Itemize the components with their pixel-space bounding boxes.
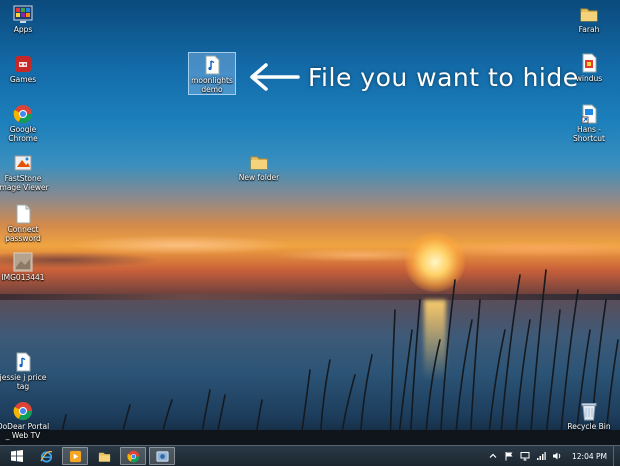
ie-icon bbox=[39, 450, 52, 463]
games-icon bbox=[15, 56, 31, 72]
desktop-icon-label: Apps bbox=[13, 25, 33, 34]
system-tray: 12:04 PM bbox=[486, 446, 620, 466]
chrome-icon bbox=[13, 105, 32, 124]
desktop-icon-label: moonlights demo bbox=[191, 76, 233, 94]
desktop-icon-faststone[interactable]: FastStone Image Viewer bbox=[0, 153, 53, 192]
monitor-icon bbox=[520, 452, 530, 461]
volume-tray-button[interactable] bbox=[550, 449, 564, 463]
app-window-icon bbox=[155, 450, 169, 462]
desktop-icon-img013441[interactable]: IMG013441 bbox=[0, 252, 53, 283]
network-icon bbox=[537, 452, 546, 460]
audio-file-icon bbox=[205, 55, 220, 75]
desktop-icon-label: New folder bbox=[238, 173, 280, 182]
left-arrow-icon bbox=[250, 63, 300, 91]
desktop-icon-label: Games bbox=[9, 75, 37, 84]
desktop-icon-label: Hans - Shortcut bbox=[573, 125, 605, 143]
taskbar-app-window[interactable] bbox=[149, 447, 175, 465]
desktop-icon-new-folder[interactable]: New folder bbox=[229, 152, 289, 183]
folder-icon bbox=[98, 452, 110, 462]
chrome-icon bbox=[126, 450, 139, 462]
image-thumbnail-icon bbox=[13, 252, 33, 272]
recycle-bin-icon bbox=[581, 403, 597, 421]
desktop-icon-label: FastStone Image Viewer bbox=[0, 174, 49, 192]
desktop-icon-hans-shortcut[interactable]: Hans - Shortcut bbox=[559, 104, 619, 143]
action-center-button[interactable] bbox=[502, 449, 516, 463]
chrome-icon bbox=[13, 402, 32, 421]
desktop-icon-label: IMG013441 bbox=[1, 273, 45, 282]
flag-icon bbox=[505, 452, 513, 461]
start-button[interactable] bbox=[4, 447, 30, 465]
installer-icon bbox=[582, 53, 597, 73]
taskbar: 12:04 PM bbox=[0, 445, 620, 466]
taskbar-file-explorer[interactable] bbox=[91, 447, 117, 465]
desktop-icon-google-chrome[interactable]: Google Chrome bbox=[0, 104, 53, 143]
network-tray-button[interactable] bbox=[534, 449, 548, 463]
document-icon bbox=[16, 204, 31, 224]
show-desktop-button[interactable] bbox=[613, 446, 620, 466]
desktop-icon-games[interactable]: Games bbox=[0, 54, 53, 85]
audio-file-icon bbox=[16, 352, 31, 372]
desktop-icon-label: DoDear Portal _ Web TV bbox=[0, 422, 50, 440]
shortcut-icon bbox=[581, 104, 597, 124]
taskbar-chrome[interactable] bbox=[120, 447, 146, 465]
faststone-icon bbox=[14, 155, 32, 171]
windows-logo-icon bbox=[11, 450, 23, 462]
volume-icon bbox=[553, 452, 561, 460]
desktop-icon-dodear-portal[interactable]: DoDear Portal _ Web TV bbox=[0, 401, 53, 440]
desktop-icon-label: Recycle Bin bbox=[567, 422, 611, 431]
desktop-icon-jessie-price-tag[interactable]: jessie j price tag bbox=[0, 352, 53, 391]
desktop-icon-recycle-bin[interactable]: Recycle Bin bbox=[559, 401, 619, 432]
desktop-icon-label: jessie j price tag bbox=[0, 373, 47, 391]
desktop-icon-apps[interactable]: Apps bbox=[0, 4, 53, 35]
desktop-icon-label: Connect password bbox=[5, 225, 41, 243]
folder-icon bbox=[580, 8, 598, 22]
desktop-icon-label: Google Chrome bbox=[8, 125, 38, 143]
taskbar-internet-explorer[interactable] bbox=[33, 447, 59, 465]
apps-icon bbox=[13, 5, 33, 23]
desktop-icon-farah[interactable]: Farah bbox=[559, 4, 619, 35]
desktop-icon-connect-password[interactable]: Connect password bbox=[0, 204, 53, 243]
taskbar-media-player[interactable] bbox=[62, 447, 88, 465]
display-tray-button[interactable] bbox=[518, 449, 532, 463]
wallpaper-grass bbox=[0, 269, 620, 445]
folder-icon bbox=[250, 156, 268, 170]
desktop-icon-label: Farah bbox=[578, 25, 600, 34]
desktop-icon-moonlight-demo[interactable]: moonlights demo bbox=[188, 52, 236, 95]
taskbar-clock[interactable]: 12:04 PM bbox=[572, 452, 607, 461]
annotation: File you want to hide bbox=[248, 58, 579, 96]
chevron-up-icon bbox=[489, 453, 497, 458]
annotation-text: File you want to hide bbox=[308, 62, 579, 92]
media-player-icon bbox=[69, 450, 81, 462]
show-hidden-icons-button[interactable] bbox=[486, 449, 500, 463]
